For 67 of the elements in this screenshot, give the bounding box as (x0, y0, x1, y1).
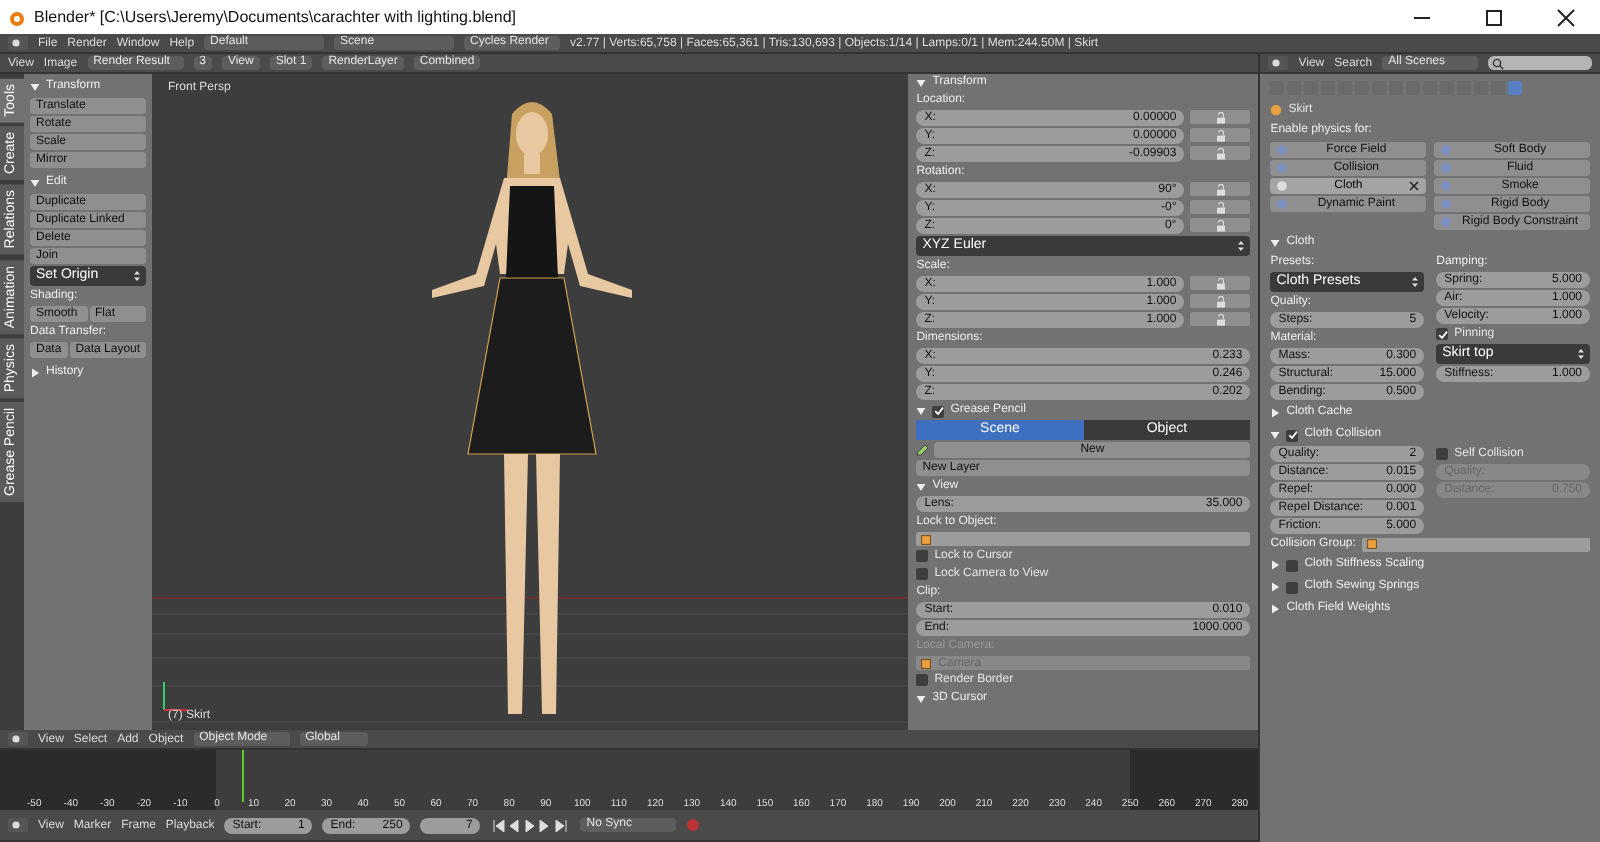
playback-controls-icon[interactable] (490, 819, 571, 831)
editor-type-icon[interactable] (8, 732, 28, 746)
disclosure-triangle-icon[interactable] (1270, 408, 1281, 418)
cube-icon (920, 533, 933, 545)
up-down-arrows-icon (1578, 348, 1584, 360)
open-padlock-icon (1215, 111, 1226, 123)
object-field[interactable] (916, 532, 1251, 546)
cube-icon (920, 657, 933, 669)
open-padlock-icon (1215, 201, 1226, 213)
current-frame-line (242, 750, 244, 802)
checkbox[interactable] (932, 405, 945, 417)
disclosure-triangle-icon[interactable] (916, 78, 927, 88)
checkbox[interactable] (1286, 559, 1299, 571)
disclosure-triangle-icon[interactable] (916, 694, 927, 704)
checkmark-icon (1287, 430, 1298, 440)
remove-x-icon[interactable] (1408, 180, 1421, 192)
lock-toggle[interactable] (1190, 312, 1251, 326)
lock-toggle[interactable] (1190, 182, 1251, 196)
checkbox[interactable] (1436, 328, 1449, 340)
cube-icon (1365, 538, 1378, 550)
disclosure-triangle-icon[interactable] (30, 368, 40, 378)
lock-toggle[interactable] (1190, 146, 1251, 160)
up-down-arrows-icon (1412, 276, 1419, 288)
disclosure-triangle-icon[interactable] (1270, 238, 1281, 248)
axis-icon (163, 681, 189, 711)
checkmark-icon (933, 406, 944, 416)
checkbox[interactable] (916, 674, 929, 686)
lock-toggle[interactable] (1190, 110, 1251, 124)
checkbox[interactable] (916, 568, 929, 580)
open-padlock-icon (1215, 295, 1226, 307)
disclosure-triangle-icon[interactable] (916, 482, 927, 492)
open-padlock-icon (1215, 277, 1226, 289)
up-down-arrows-icon (1238, 240, 1245, 252)
disclosure-triangle-icon[interactable] (1270, 582, 1281, 592)
lock-toggle[interactable] (1190, 218, 1251, 232)
disclosure-triangle-icon[interactable] (1270, 604, 1281, 614)
checkmark-icon (1437, 329, 1448, 339)
lock-toggle[interactable] (1190, 200, 1251, 214)
app-logo-icon (6, 7, 26, 27)
lock-toggle[interactable] (1190, 128, 1251, 142)
checkbox[interactable] (1286, 581, 1299, 593)
disclosure-triangle-icon[interactable] (30, 178, 40, 188)
object-icon (1270, 103, 1283, 115)
checkbox[interactable] (1286, 429, 1299, 441)
open-padlock-icon (1215, 147, 1226, 159)
up-down-arrows-icon (134, 270, 140, 282)
checkbox[interactable] (1436, 448, 1449, 460)
checkbox[interactable] (916, 550, 929, 562)
editor-type-icon[interactable] (8, 36, 28, 50)
search-field[interactable] (1488, 56, 1592, 70)
open-padlock-icon (1215, 313, 1226, 325)
editor-type-icon[interactable] (1268, 56, 1289, 70)
open-padlock-icon (1215, 129, 1226, 141)
editor-type-icon[interactable] (8, 818, 28, 832)
close-icon[interactable] (1556, 7, 1576, 27)
maximize-icon[interactable] (1484, 7, 1504, 27)
disclosure-triangle-icon[interactable] (916, 406, 927, 416)
pencil-icon (916, 444, 931, 456)
disclosure-triangle-icon[interactable] (30, 82, 40, 92)
disclosure-triangle-icon[interactable] (1270, 430, 1281, 440)
lock-toggle[interactable] (1190, 276, 1251, 290)
open-padlock-icon (1215, 219, 1226, 231)
disclosure-triangle-icon[interactable] (1270, 560, 1281, 570)
lock-toggle[interactable] (1190, 294, 1251, 308)
object-field[interactable] (1361, 537, 1590, 551)
window-title: Blender* [C:\Users\Jeremy\Documents\carachter with lighting.blend] (34, 8, 518, 26)
open-padlock-icon (1215, 183, 1226, 195)
